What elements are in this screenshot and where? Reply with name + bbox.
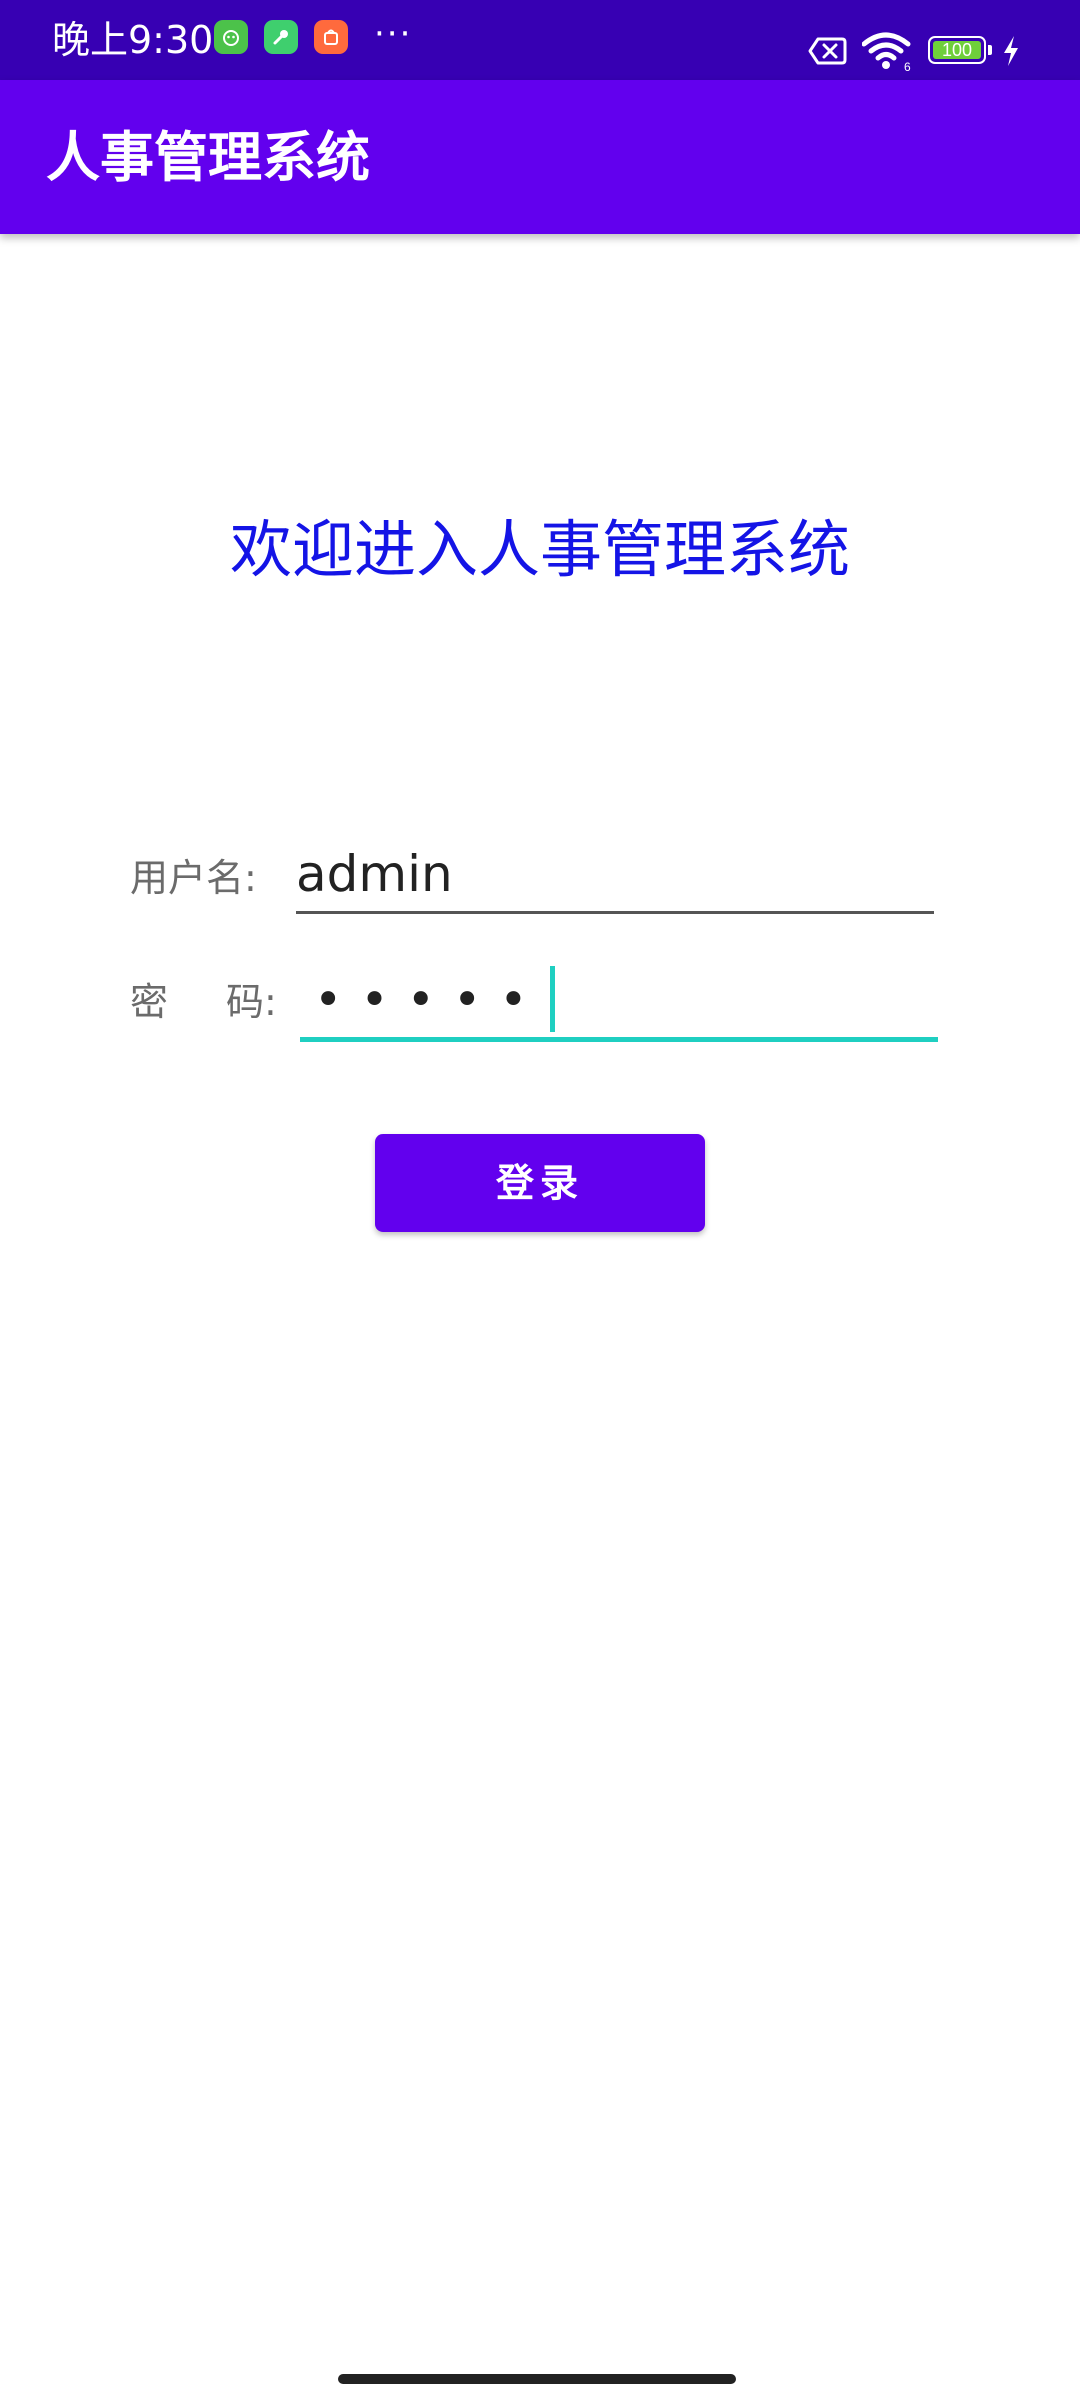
battery-icon: 100: [928, 36, 994, 68]
status-time: 晚上9:30: [52, 18, 214, 62]
more-notifications-icon: ···: [374, 14, 413, 54]
username-label: 用户名:: [130, 856, 257, 900]
tool-notification-icon: [264, 20, 298, 54]
password-input[interactable]: •••••: [300, 962, 938, 1042]
password-label-part-2: 码:: [226, 980, 277, 1024]
navigation-handle[interactable]: [338, 2374, 736, 2384]
login-button[interactable]: 登录: [375, 1134, 705, 1232]
app-notification-icon: [214, 20, 248, 54]
password-label-part-1: 密: [130, 980, 169, 1024]
username-value: admin: [296, 845, 453, 903]
status-bar: 晚上9:30 ··· 6 100: [0, 0, 1080, 80]
svg-text:6: 6: [904, 60, 911, 72]
login-screen: 晚上9:30 ··· 6 100 人事管理系统 欢迎进入人事管理系统 用户名: …: [0, 0, 1080, 2400]
app-bar: 人事管理系统: [0, 80, 1080, 234]
charging-icon: [1004, 36, 1018, 66]
text-cursor: [550, 966, 555, 1032]
password-masked-value: •••••: [314, 972, 546, 1028]
password-label: 密 码:: [130, 978, 277, 1026]
battery-level: 100: [933, 41, 981, 59]
shop-notification-icon: [314, 20, 348, 54]
welcome-heading: 欢迎进入人事管理系统: [229, 513, 850, 586]
no-sim-icon: [808, 37, 847, 65]
app-title: 人事管理系统: [46, 126, 370, 189]
username-input[interactable]: admin: [296, 838, 934, 914]
wifi-icon: 6: [862, 32, 911, 72]
